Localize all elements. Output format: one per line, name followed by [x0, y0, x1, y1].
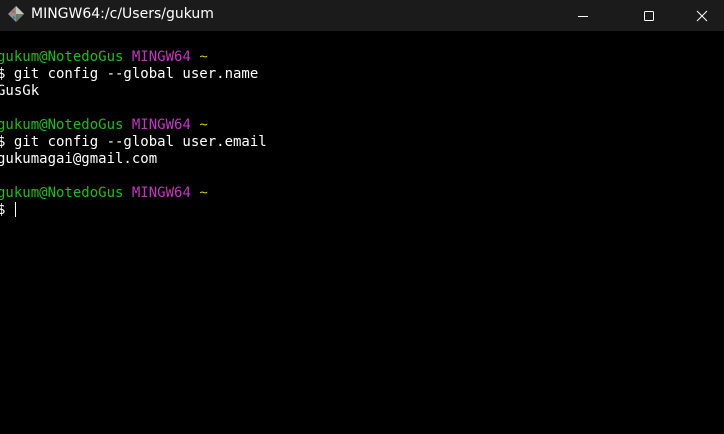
title-bar[interactable]: MINGW64:/c/Users/gukum	[0, 0, 724, 31]
prompt-user-host: gukum@NotedoGus	[0, 185, 124, 201]
prompt-line: gukum@NotedoGus MINGW64 ~	[0, 49, 208, 66]
minimize-icon	[578, 15, 588, 17]
close-button[interactable]	[680, 0, 724, 31]
input-prompt: $	[0, 202, 6, 218]
prompt-line: gukum@NotedoGus MINGW64 ~	[0, 117, 208, 134]
prompt-path: ~	[199, 117, 208, 133]
command-output: GusGk	[0, 83, 40, 99]
command-output: gukumagai@gmail.com	[0, 151, 158, 167]
maximize-button[interactable]	[626, 0, 672, 31]
command-line: $ git config --global user.email	[0, 134, 267, 150]
window-title: MINGW64:/c/Users/gukum	[31, 6, 214, 22]
prompt-user-host: gukum@NotedoGus	[0, 117, 124, 133]
minimize-button[interactable]	[560, 0, 606, 31]
prompt-user-host: gukum@NotedoGus	[0, 49, 124, 65]
maximize-icon	[644, 10, 654, 21]
prompt-system: MINGW64	[131, 117, 191, 133]
prompt-path: ~	[199, 49, 208, 65]
prompt-path: ~	[199, 185, 208, 201]
input-line[interactable]: $	[0, 202, 16, 219]
prompt-line: gukum@NotedoGus MINGW64 ~	[0, 185, 208, 202]
text-cursor	[14, 202, 16, 217]
close-icon	[696, 10, 708, 21]
terminal-output[interactable]: gukum@NotedoGus MINGW64 ~ $ git config -…	[0, 31, 724, 434]
prompt-system: MINGW64	[131, 49, 191, 65]
command-line: $ git config --global user.name	[0, 66, 259, 82]
git-bash-icon[interactable]	[7, 5, 25, 23]
prompt-system: MINGW64	[131, 185, 191, 201]
